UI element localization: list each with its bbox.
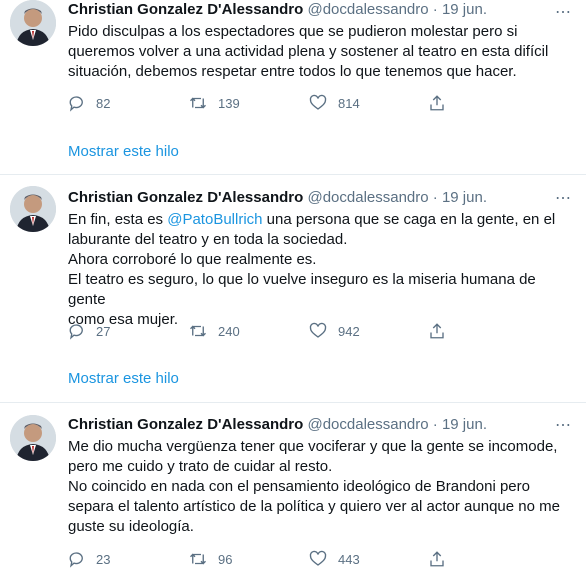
author-handle[interactable]: @docdalessandro bbox=[307, 1, 428, 18]
tweet-actions: 82 139 814 bbox=[68, 94, 488, 112]
reply-icon bbox=[69, 324, 83, 340]
tweet-feed: Christian Gonzalez D'Alessandro @docdale… bbox=[0, 0, 586, 568]
avatar[interactable] bbox=[10, 186, 56, 232]
like-button[interactable]: 814 bbox=[308, 94, 428, 112]
author-name[interactable]: Christian Gonzalez D'Alessandro bbox=[68, 189, 303, 206]
separator-dot: · bbox=[432, 1, 438, 18]
retweet-count: 240 bbox=[218, 323, 240, 339]
reply-count: 23 bbox=[96, 551, 111, 567]
tweet-actions: 23 96 443 bbox=[68, 550, 488, 568]
reply-count: 27 bbox=[96, 323, 111, 339]
separator-dot: · bbox=[432, 189, 438, 206]
like-count: 942 bbox=[338, 323, 360, 339]
avatar[interactable] bbox=[10, 0, 56, 46]
mention-link[interactable]: @PatoBullrich bbox=[167, 211, 262, 228]
reply-button[interactable]: 23 bbox=[68, 550, 188, 568]
share-button[interactable] bbox=[428, 94, 468, 112]
tweet-date[interactable]: 19 jun. bbox=[442, 189, 487, 206]
more-options-icon[interactable]: ⋯ bbox=[555, 191, 572, 207]
tweet[interactable]: Christian Gonzalez D'Alessandro @docdale… bbox=[0, 0, 586, 175]
share-button[interactable] bbox=[428, 322, 468, 340]
retweet-button[interactable]: 139 bbox=[188, 94, 308, 112]
show-thread-link[interactable]: Mostrar este hilo bbox=[68, 369, 179, 389]
retweet-count: 139 bbox=[218, 95, 240, 111]
more-options-icon[interactable]: ⋯ bbox=[555, 5, 572, 21]
tweet-text-part: una persona que se caga en la gente, en … bbox=[68, 211, 556, 328]
tweet[interactable]: Christian Gonzalez D'Alessandro @docdale… bbox=[0, 403, 586, 568]
show-thread-link[interactable]: Mostrar este hilo bbox=[68, 142, 179, 162]
heart-icon bbox=[309, 550, 327, 566]
tweet-text-part: En fin, esta es bbox=[68, 211, 168, 228]
reply-count: 82 bbox=[96, 95, 111, 111]
tweet-header: Christian Gonzalez D'Alessandro @docdale… bbox=[68, 0, 574, 20]
heart-icon bbox=[309, 94, 327, 110]
heart-icon bbox=[309, 322, 327, 338]
reply-button[interactable]: 82 bbox=[68, 94, 188, 112]
tweet-date[interactable]: 19 jun. bbox=[442, 416, 487, 433]
like-count: 443 bbox=[338, 551, 360, 567]
share-button[interactable] bbox=[428, 550, 468, 568]
tweet-header: Christian Gonzalez D'Alessandro @docdale… bbox=[68, 415, 574, 435]
author-name[interactable]: Christian Gonzalez D'Alessandro bbox=[68, 416, 303, 433]
avatar[interactable] bbox=[10, 415, 56, 461]
tweet-text: Me dio mucha vergüenza tener que vocifer… bbox=[68, 438, 560, 535]
author-handle[interactable]: @docdalessandro bbox=[307, 189, 428, 206]
like-button[interactable]: 443 bbox=[308, 550, 428, 568]
reply-button[interactable]: 27 bbox=[68, 322, 188, 340]
retweet-button[interactable]: 240 bbox=[188, 322, 308, 340]
like-button[interactable]: 942 bbox=[308, 322, 428, 340]
share-icon bbox=[430, 323, 444, 339]
reply-icon bbox=[69, 96, 83, 112]
retweet-button[interactable]: 96 bbox=[188, 550, 308, 568]
reply-icon bbox=[69, 552, 83, 568]
retweet-icon bbox=[190, 97, 206, 109]
tweet-text: Pido disculpas a los espectadores que se… bbox=[68, 23, 549, 80]
tweet-date[interactable]: 19 jun. bbox=[442, 1, 487, 18]
tweet-header: Christian Gonzalez D'Alessandro @docdale… bbox=[68, 188, 574, 208]
author-handle[interactable]: @docdalessandro bbox=[307, 416, 428, 433]
tweet-text: En fin, esta es @PatoBullrich una person… bbox=[68, 210, 574, 330]
tweet[interactable]: Christian Gonzalez D'Alessandro @docdale… bbox=[0, 175, 586, 403]
share-icon bbox=[430, 551, 444, 567]
retweet-count: 96 bbox=[218, 551, 233, 567]
tweet-actions: 27 240 942 bbox=[68, 322, 488, 340]
retweet-icon bbox=[190, 325, 206, 337]
like-count: 814 bbox=[338, 95, 360, 111]
more-options-icon[interactable]: ⋯ bbox=[555, 418, 572, 434]
separator-dot: · bbox=[432, 416, 438, 433]
retweet-icon bbox=[190, 553, 206, 565]
share-icon bbox=[430, 95, 444, 111]
author-name[interactable]: Christian Gonzalez D'Alessandro bbox=[68, 1, 303, 18]
